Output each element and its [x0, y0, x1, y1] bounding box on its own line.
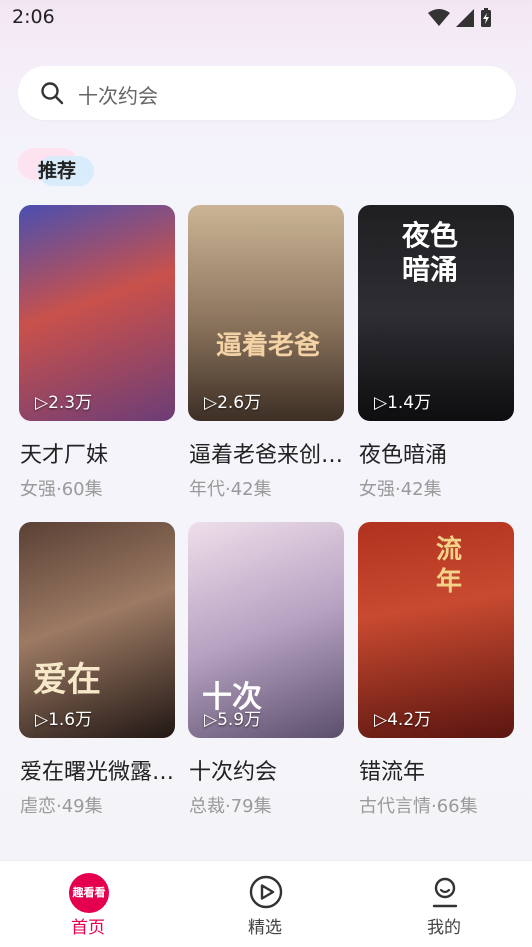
view-count: ▷2.6万	[204, 393, 262, 413]
drama-title[interactable]: 夜色暗涌	[359, 437, 515, 469]
drama-meta: 年代·42集	[189, 479, 272, 500]
drama-meta: 虐恋·49集	[20, 796, 103, 817]
poster-image[interactable]: 十次 ▷5.9万	[188, 522, 344, 738]
play-circle-icon[interactable]	[249, 875, 283, 909]
poster-text: 逼着老爸	[216, 331, 321, 361]
battery-icon	[481, 8, 491, 27]
view-count: ▷2.3万	[35, 393, 93, 413]
status-time: 2:06	[12, 6, 55, 28]
user-icon[interactable]	[428, 875, 462, 909]
poster-text: 流年	[436, 535, 463, 597]
section-label: 推荐	[38, 160, 77, 182]
drama-meta: 古代言情·66集	[359, 796, 478, 817]
drama-title[interactable]: 逼着老爸来创…	[189, 437, 345, 469]
search-bar[interactable]: 十次约会	[18, 66, 516, 120]
view-count: ▷1.6万	[35, 710, 93, 730]
view-count: ▷5.9万	[204, 710, 262, 730]
poster-image[interactable]: 流年 ▷4.2万	[358, 522, 514, 738]
poster-text: 爱在	[33, 660, 101, 700]
drama-title[interactable]: 天才厂妹	[20, 437, 176, 469]
bottom-tab-bar: 趣看看 首页 精选 我的	[0, 860, 532, 947]
tab-mine-label[interactable]: 我的	[384, 913, 504, 938]
app-logo-icon[interactable]: 趣看看	[69, 873, 109, 913]
poster-image[interactable]: ▷2.3万	[19, 205, 175, 421]
tab-featured-label[interactable]: 精选	[205, 913, 325, 938]
poster-text: 夜色暗涌	[402, 219, 459, 286]
tab-featured[interactable]: 精选	[205, 861, 325, 947]
drama-meta: 女强·60集	[20, 479, 103, 500]
drama-meta: 女强·42集	[359, 479, 442, 500]
status-icons	[428, 8, 492, 28]
section-tag: 推荐	[18, 148, 94, 188]
status-bar: 2:06	[0, 0, 532, 36]
drama-title[interactable]: 错流年	[359, 754, 515, 786]
poster-image[interactable]: 逼着老爸 ▷2.6万	[188, 205, 344, 421]
poster-image[interactable]: 爱在 ▷1.6万	[19, 522, 175, 738]
tab-home[interactable]: 趣看看 首页	[28, 861, 148, 947]
view-count: ▷1.4万	[374, 393, 432, 413]
drama-title[interactable]: 爱在曙光微露…	[20, 754, 176, 786]
view-count: ▷4.2万	[374, 710, 432, 730]
signal-icon	[456, 9, 474, 27]
drama-meta: 总裁·79集	[189, 796, 272, 817]
wifi-icon	[428, 9, 450, 26]
drama-title[interactable]: 十次约会	[189, 754, 345, 786]
search-icon	[41, 82, 64, 105]
tab-home-label[interactable]: 首页	[28, 913, 148, 938]
tab-mine[interactable]: 我的	[384, 861, 504, 947]
poster-image[interactable]: 夜色暗涌 ▷1.4万	[358, 205, 514, 421]
search-placeholder[interactable]: 十次约会	[78, 80, 158, 109]
